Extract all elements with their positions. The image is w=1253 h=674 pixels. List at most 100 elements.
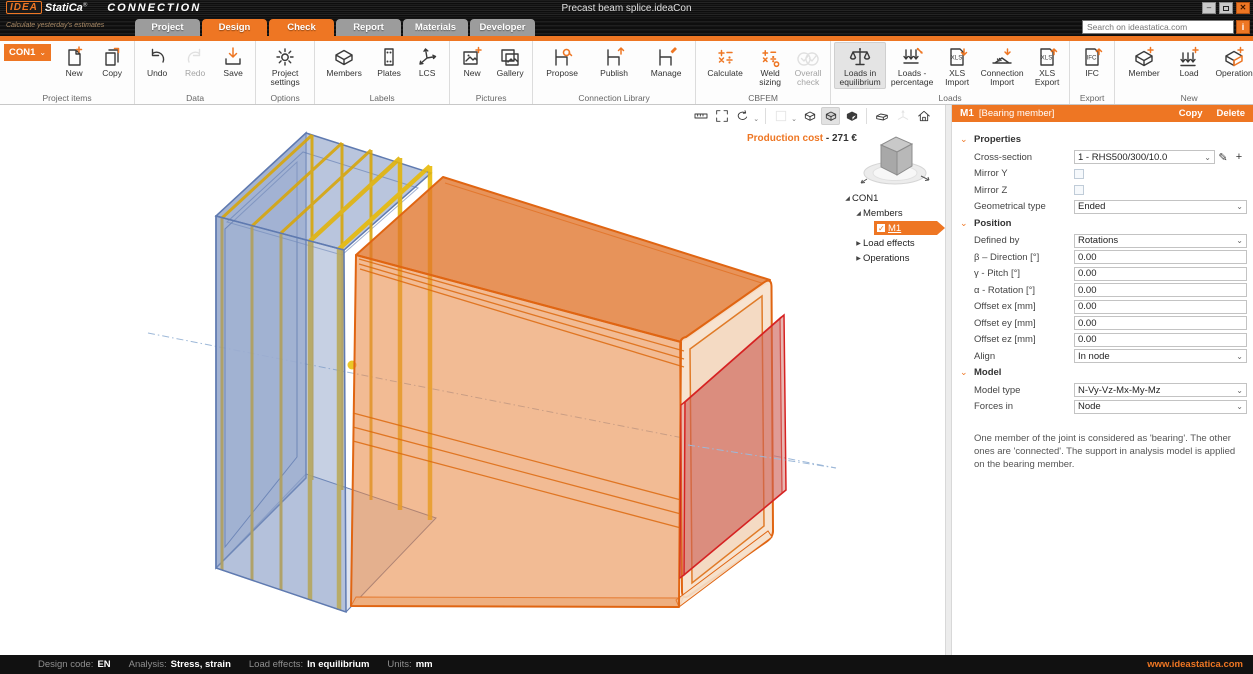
lcs-button[interactable]: LCS	[408, 42, 446, 80]
rotation-input[interactable]: 0.00	[1074, 283, 1247, 297]
align-dropdown[interactable]: In node⌄	[1074, 349, 1247, 363]
cross-section-dropdown[interactable]: 1 - RHS500/300/10.0⌄	[1074, 150, 1215, 164]
status-load-effects: Load effects:In equilibrium	[249, 659, 370, 670]
chevron-down-icon: ⌄	[1236, 352, 1243, 361]
tab-report[interactable]: Report	[336, 19, 401, 36]
3d-viewport[interactable]: ⌄⌄ Production cost - 271 € ◢CON1◢Members…	[0, 105, 945, 655]
tree-item-con1[interactable]: ◢CON1	[843, 191, 945, 205]
axes-toggle-button[interactable]	[893, 107, 912, 125]
manage-button[interactable]: Manage	[640, 42, 692, 80]
brand-tagline: Calculate yesterday's estimates	[6, 22, 104, 29]
ifc-button[interactable]: IFCIFC	[1073, 42, 1111, 80]
project-item-selector[interactable]: CON1⌄	[4, 44, 51, 61]
tab-project[interactable]: Project	[135, 19, 200, 36]
website-link[interactable]: www.ideastatica.com	[1147, 659, 1243, 670]
3d-model-scene	[0, 105, 945, 655]
overall-check-button[interactable]: Overall check	[789, 42, 827, 89]
tree-open-icon[interactable]: ◢	[843, 195, 852, 202]
tab-check[interactable]: Check	[269, 19, 334, 36]
document-title: Precast beam splice.ideaCon	[0, 3, 1253, 14]
close-button[interactable]: ✕	[1236, 2, 1250, 14]
ribbon-group-cbfem: CalculateWeld sizingOverall checkCBFEM	[696, 41, 831, 104]
publish-button[interactable]: Publish	[588, 42, 640, 80]
xls-import-button[interactable]: XLSXLS Import	[938, 42, 976, 89]
new-button[interactable]: New	[453, 42, 491, 80]
tree-item-load-effects[interactable]: ▶Load effects	[843, 236, 945, 250]
model-type-dropdown[interactable]: N-Vy-Vz-Mx-My-Mz⌄	[1074, 383, 1247, 397]
members-button[interactable]: Members	[318, 42, 370, 80]
tree-closed-icon[interactable]: ▶	[854, 240, 863, 247]
measure-tool-button[interactable]	[691, 107, 710, 125]
panel-splitter[interactable]	[945, 105, 952, 655]
tab-design[interactable]: Design	[202, 19, 267, 36]
plates-button[interactable]: Plates	[370, 42, 408, 80]
weld-sizing-button[interactable]: Weld sizing	[751, 42, 789, 89]
redo-button[interactable]: Redo	[176, 42, 214, 80]
operation-button[interactable]: Operation	[1208, 42, 1253, 80]
mirror-z-checkbox[interactable]	[1074, 185, 1084, 195]
section-view-button[interactable]	[872, 107, 891, 125]
wireframe-view-button[interactable]	[800, 107, 819, 125]
tree-open-icon[interactable]: ◢	[854, 210, 863, 217]
default-view-button[interactable]	[914, 107, 933, 125]
forces-in-dropdown[interactable]: Node⌄	[1074, 400, 1247, 414]
offset-ex-mm-input[interactable]: 0.00	[1074, 300, 1247, 314]
tree-closed-icon[interactable]: ▶	[854, 255, 863, 262]
section-model[interactable]: ⌄ Model	[960, 367, 1247, 378]
ribbon: CON1⌄NewCopyProject itemsUndoRedoSaveDat…	[0, 41, 1253, 105]
undo-button[interactable]: Undo	[138, 42, 176, 80]
connection-import-button[interactable]: Connection Import	[976, 42, 1028, 89]
ribbon-group-labels: MembersPlatesLCSLabels	[315, 41, 450, 104]
maximize-button[interactable]	[1219, 2, 1233, 14]
loads-percentage-button[interactable]: Loads - percentage	[886, 42, 938, 89]
rotate-view-button[interactable]	[733, 107, 752, 125]
solid-view-button[interactable]	[842, 107, 861, 125]
tree-item-operations[interactable]: ▶Operations	[843, 251, 945, 265]
loads-in-equilibrium-button[interactable]: Loads in equilibrium	[834, 42, 886, 89]
chevron-down-icon: ⌄	[1204, 153, 1211, 162]
plate-icon	[377, 45, 401, 69]
offset-ey-mm-input[interactable]: 0.00	[1074, 316, 1247, 330]
tab-developer[interactable]: Developer	[470, 19, 535, 36]
xls-export-button[interactable]: XLSXLS Export	[1028, 42, 1066, 89]
mirror-y-checkbox[interactable]	[1074, 169, 1084, 179]
tree-item-m1[interactable]: ✓M1	[843, 221, 945, 235]
propose-button[interactable]: Propose	[536, 42, 588, 80]
zoom-fit-button[interactable]	[712, 107, 731, 125]
delete-member-button[interactable]: Delete	[1216, 108, 1245, 119]
offset-ez-mm-input[interactable]: 0.00	[1074, 333, 1247, 347]
section-properties[interactable]: ⌄ Properties	[960, 134, 1247, 145]
minimize-button[interactable]: –	[1202, 2, 1216, 14]
member-button[interactable]: Member	[1118, 42, 1170, 80]
member-visibility-checkbox[interactable]: ✓	[877, 224, 885, 232]
calculate-button[interactable]: Calculate	[699, 42, 751, 80]
copy-button[interactable]: Copy	[93, 42, 131, 80]
save-button[interactable]: Save	[214, 42, 252, 80]
ribbon-group-export: IFCIFCExport	[1070, 41, 1115, 104]
section-position[interactable]: ⌄ Position	[960, 218, 1247, 229]
defined-by-dropdown[interactable]: Rotations⌄	[1074, 234, 1247, 248]
chevron-down-icon: ⌄	[39, 48, 46, 57]
tree-item-members[interactable]: ◢Members	[843, 206, 945, 220]
page-copy-icon	[100, 45, 124, 69]
minimize-icon: –	[1207, 4, 1211, 12]
gallery-button[interactable]: Gallery	[491, 42, 529, 80]
chevron-down-icon: ⌄	[1236, 202, 1243, 211]
add-cross-section-icon[interactable]: +	[1231, 151, 1247, 163]
copy-member-button[interactable]: Copy	[1179, 108, 1203, 119]
load-button[interactable]: Load	[1170, 42, 1208, 80]
info-button[interactable]: i	[1236, 20, 1250, 34]
pitch-input[interactable]: 0.00	[1074, 267, 1247, 281]
direction-input[interactable]: 0.00	[1074, 250, 1247, 264]
selected-member-banner[interactable]: ✓M1	[874, 221, 945, 235]
search-input[interactable]	[1082, 20, 1234, 34]
new-button[interactable]: New	[55, 42, 93, 80]
transparent-view-button[interactable]	[821, 107, 840, 125]
edit-cross-section-icon[interactable]: ✎	[1215, 151, 1231, 164]
ribbon-group-data: UndoRedoSaveData	[135, 41, 256, 104]
selection-mode-button[interactable]	[771, 107, 790, 125]
navigation-cube[interactable]	[855, 127, 937, 191]
tab-materials[interactable]: Materials	[403, 19, 468, 36]
project-settings-button[interactable]: Project settings	[259, 42, 311, 89]
geometrical-type-dropdown[interactable]: Ended⌄	[1074, 200, 1247, 214]
